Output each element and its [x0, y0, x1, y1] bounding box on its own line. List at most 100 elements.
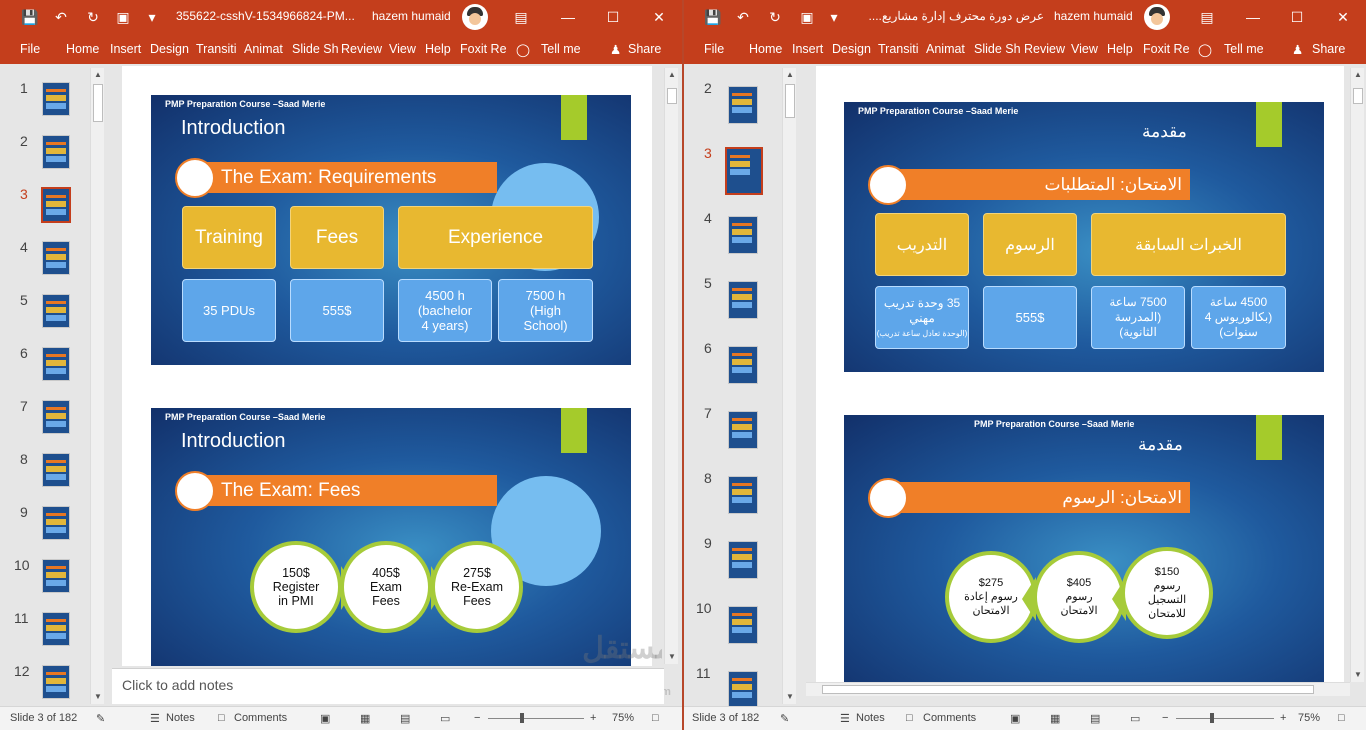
tab-foxit[interactable]: Foxit Re	[460, 42, 507, 56]
tab-home[interactable]: Home	[749, 42, 782, 56]
tab-animations[interactable]: Animat	[926, 42, 965, 56]
zoom-out-icon[interactable]: −	[474, 712, 480, 724]
share-person-icon[interactable]: ♟	[1292, 42, 1303, 57]
thumbnail-item[interactable]: 10	[684, 600, 774, 650]
present-icon[interactable]: ▣	[114, 8, 132, 26]
minimize-icon[interactable]: —	[559, 8, 577, 26]
slide-requirements[interactable]: PMP Preparation Course –Saad Merie Intro…	[151, 95, 631, 365]
tab-foxit[interactable]: Foxit Re	[1143, 42, 1190, 56]
thumbnail-item[interactable]: 5	[0, 290, 90, 340]
slide-scrollbar[interactable]: ▲ ▼	[1350, 68, 1364, 682]
thumbnail-item[interactable]: 4	[0, 237, 90, 287]
share-button[interactable]: Share	[1312, 42, 1345, 56]
thumbnail-item[interactable]: 7	[0, 396, 90, 446]
comments-button[interactable]: Comments	[234, 712, 287, 724]
slide-requirements-ar[interactable]: PMP Preparation Course –Saad Merie مقدمة…	[844, 102, 1324, 372]
tab-insert[interactable]: Insert	[792, 42, 823, 56]
restore-icon[interactable]: ▤	[1198, 8, 1216, 26]
zoom-in-icon[interactable]: +	[1280, 712, 1286, 724]
notes-button[interactable]: Notes	[166, 712, 195, 724]
present-icon[interactable]: ▣	[798, 8, 816, 26]
thumbnail-item[interactable]: 6	[684, 340, 774, 390]
tab-view[interactable]: View	[1071, 42, 1098, 56]
thumbnail-item-selected[interactable]: 3	[684, 145, 774, 195]
user-name[interactable]: hazem humaid	[1054, 9, 1133, 23]
tab-slideshow[interactable]: Slide Sh	[292, 42, 339, 56]
tab-animations[interactable]: Animat	[244, 42, 283, 56]
tab-file[interactable]: File	[20, 42, 40, 56]
spell-check-icon[interactable]: ✎	[96, 712, 105, 725]
thumbnail-item[interactable]: 8	[0, 449, 90, 499]
avatar[interactable]	[462, 4, 488, 30]
tell-me[interactable]: Tell me	[541, 42, 581, 56]
spell-check-icon[interactable]: ✎	[780, 712, 789, 725]
slideshow-view-icon[interactable]: ▭	[1130, 712, 1140, 725]
notes-icon[interactable]: ☰	[840, 712, 850, 725]
tab-design[interactable]: Design	[832, 42, 871, 56]
notes-button[interactable]: Notes	[856, 712, 885, 724]
slide-fees-ar[interactable]: PMP Preparation Course –Saad Merie مقدمة…	[844, 415, 1324, 682]
thumbnail-item[interactable]: 1	[0, 78, 90, 128]
reading-view-icon[interactable]: ▤	[400, 712, 410, 725]
thumbnail-item[interactable]: 2	[684, 80, 774, 130]
zoom-out-icon[interactable]: −	[1162, 712, 1168, 724]
zoom-slider-thumb[interactable]	[1210, 713, 1214, 723]
undo-icon[interactable]: ↶	[734, 8, 752, 26]
customize-icon[interactable]: ▾	[143, 8, 161, 26]
slide-scrollbar[interactable]: ▲ ▼	[664, 68, 678, 664]
minimize-icon[interactable]: —	[1244, 8, 1262, 26]
thumbnail-item[interactable]: 11	[0, 608, 90, 658]
tab-review[interactable]: Review	[1024, 42, 1065, 56]
fit-slide-icon[interactable]: □	[1338, 712, 1345, 724]
thumbnail-item-selected[interactable]: 3	[0, 184, 90, 234]
slideshow-view-icon[interactable]: ▭	[440, 712, 450, 725]
tab-transitions[interactable]: Transiti	[196, 42, 237, 56]
tab-help[interactable]: Help	[1107, 42, 1133, 56]
avatar[interactable]	[1144, 4, 1170, 30]
tab-help[interactable]: Help	[425, 42, 451, 56]
normal-view-icon[interactable]: ▣	[320, 712, 330, 725]
zoom-in-icon[interactable]: +	[590, 712, 596, 724]
thumbnail-item[interactable]: 7	[684, 405, 774, 455]
zoom-slider[interactable]	[488, 718, 584, 719]
tab-view[interactable]: View	[389, 42, 416, 56]
thumbnail-item[interactable]: 9	[684, 535, 774, 585]
thumbnail-item[interactable]: 5	[684, 275, 774, 325]
sorter-view-icon[interactable]: ▦	[360, 712, 370, 725]
tab-slideshow[interactable]: Slide Sh	[974, 42, 1021, 56]
customize-icon[interactable]: ▾	[825, 8, 843, 26]
zoom-level[interactable]: 75%	[1298, 712, 1320, 724]
tab-design[interactable]: Design	[150, 42, 189, 56]
redo-icon[interactable]: ↻	[766, 8, 784, 26]
zoom-slider[interactable]	[1176, 718, 1274, 719]
comments-button[interactable]: Comments	[923, 712, 976, 724]
tab-transitions[interactable]: Transiti	[878, 42, 919, 56]
share-person-icon[interactable]: ♟	[610, 42, 621, 57]
notes-pane[interactable]: Click to add notes	[112, 668, 664, 704]
normal-view-icon[interactable]: ▣	[1010, 712, 1020, 725]
save-icon[interactable]: 💾	[21, 8, 39, 26]
restore-icon[interactable]: ▤	[512, 8, 530, 26]
thumbnail-item[interactable]: 6	[0, 343, 90, 393]
maximize-icon[interactable]: ☐	[1288, 8, 1306, 26]
thumbnail-item[interactable]: 4	[684, 210, 774, 260]
tab-home[interactable]: Home	[66, 42, 99, 56]
tab-insert[interactable]: Insert	[110, 42, 141, 56]
notes-icon[interactable]: ☰	[150, 712, 160, 725]
comments-icon[interactable]: □	[218, 712, 225, 724]
thumbnail-item[interactable]: 8	[684, 470, 774, 520]
close-icon[interactable]: ✕	[650, 8, 668, 26]
maximize-icon[interactable]: ☐	[604, 8, 622, 26]
zoom-slider-thumb[interactable]	[520, 713, 524, 723]
fit-slide-icon[interactable]: □	[652, 712, 659, 724]
slide-fees[interactable]: PMP Preparation Course –Saad Merie Intro…	[151, 408, 631, 666]
sorter-view-icon[interactable]: ▦	[1050, 712, 1060, 725]
reading-view-icon[interactable]: ▤	[1090, 712, 1100, 725]
thumbnail-item[interactable]: 9	[0, 502, 90, 552]
save-icon[interactable]: 💾	[704, 8, 722, 26]
tell-me[interactable]: Tell me	[1224, 42, 1264, 56]
redo-icon[interactable]: ↻	[84, 8, 102, 26]
horizontal-scrollbar[interactable]	[806, 682, 1350, 696]
thumbnail-item[interactable]: 10	[0, 555, 90, 605]
close-icon[interactable]: ✕	[1334, 8, 1352, 26]
